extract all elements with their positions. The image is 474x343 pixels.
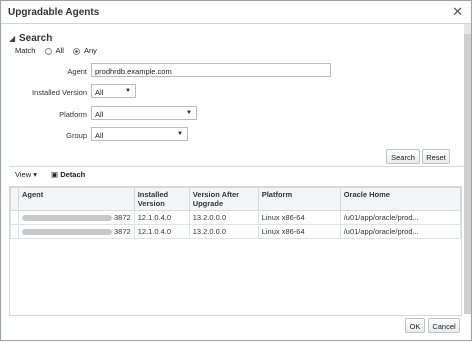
view-menu[interactable]: View ▾ xyxy=(15,170,37,179)
row-selector-header xyxy=(10,187,19,211)
version-after-upgrade-cell: 13.2.0.0.0 xyxy=(188,210,259,225)
platform-label: Platform xyxy=(59,110,87,119)
match-any-radio[interactable] xyxy=(72,47,80,55)
installed-version-cell: 12.1.0.4.0 xyxy=(133,224,190,239)
redacted-text xyxy=(22,215,112,222)
row-selector[interactable] xyxy=(10,224,19,239)
dialog-content: ◢ Search Match All Any Agent prodhrdb.ex… xyxy=(1,24,471,316)
detach-button[interactable]: ▣ Detach xyxy=(51,170,85,179)
divider xyxy=(9,166,464,167)
oracle-home-cell: /u01/app/oracle/prod... xyxy=(339,224,462,239)
match-options: Match All Any xyxy=(15,46,101,55)
collapse-triangle-icon[interactable]: ◢ xyxy=(9,34,15,43)
match-label: Match xyxy=(15,46,36,55)
upgradable-agents-dialog: Upgradable Agents ✕ ◢ Search Match All A… xyxy=(0,0,472,341)
column-header-agent[interactable]: Agent xyxy=(18,187,135,211)
group-label: Group xyxy=(66,131,87,140)
installed-version-select[interactable]: All ▼ xyxy=(91,84,136,98)
match-all-label: All xyxy=(55,46,64,55)
platform-value: All xyxy=(95,110,104,119)
match-any-label: Any xyxy=(83,46,97,55)
dialog-title: Upgradable Agents xyxy=(8,7,100,18)
dialog-titlebar: Upgradable Agents ✕ xyxy=(1,1,471,24)
chevron-down-icon: ▾ xyxy=(33,170,37,179)
table-row[interactable]: 3872 12.1.0.4.0 13.2.0.0.0 Linux x86-64 … xyxy=(10,210,462,225)
platform-select[interactable]: All ▼ xyxy=(91,106,197,120)
agent-cell: 3872 xyxy=(18,224,135,239)
row-selector[interactable] xyxy=(10,210,19,225)
chevron-down-icon: ▼ xyxy=(186,110,192,116)
group-select[interactable]: All ▼ xyxy=(91,127,188,141)
search-section-header[interactable]: Search xyxy=(19,33,52,44)
platform-cell: Linux x86-64 xyxy=(257,224,341,239)
column-header-version-after-upgrade[interactable]: Version After Upgrade xyxy=(188,187,259,211)
version-after-upgrade-cell: 13.2.0.0.0 xyxy=(188,224,259,239)
oracle-home-cell: /u01/app/oracle/prod... xyxy=(339,210,462,225)
reset-button[interactable]: Reset xyxy=(422,149,450,164)
table-row[interactable]: 3872 12.1.0.4.0 13.2.0.0.0 Linux x86-64 … xyxy=(10,224,462,239)
match-all-radio[interactable] xyxy=(44,47,52,55)
search-button[interactable]: Search xyxy=(386,149,420,164)
agent-label: Agent xyxy=(67,67,87,76)
dialog-footer: OK Cancel xyxy=(1,312,471,340)
group-value: All xyxy=(95,131,104,140)
column-header-platform[interactable]: Platform xyxy=(257,187,341,211)
cancel-button[interactable]: Cancel xyxy=(428,318,460,333)
scrollbar[interactable] xyxy=(464,34,471,314)
agents-table: Agent Installed Version Version After Up… xyxy=(9,186,462,316)
table-header-row: Agent Installed Version Version After Up… xyxy=(10,187,462,211)
column-header-oracle-home[interactable]: Oracle Home xyxy=(339,187,462,211)
detach-icon: ▣ xyxy=(51,170,59,179)
installed-version-value: All xyxy=(95,88,104,97)
chevron-down-icon: ▼ xyxy=(125,88,131,94)
agent-input[interactable]: prodhrdb.example.com xyxy=(91,63,331,77)
installed-version-label: Installed Version xyxy=(31,88,87,97)
installed-version-cell: 12.1.0.4.0 xyxy=(133,210,190,225)
chevron-down-icon: ▼ xyxy=(177,131,183,137)
close-icon[interactable]: ✕ xyxy=(452,4,463,20)
agent-cell: 3872 xyxy=(18,210,135,225)
platform-cell: Linux x86-64 xyxy=(257,210,341,225)
column-header-installed-version[interactable]: Installed Version xyxy=(133,187,190,211)
ok-button[interactable]: OK xyxy=(405,318,425,333)
redacted-text xyxy=(22,229,112,236)
